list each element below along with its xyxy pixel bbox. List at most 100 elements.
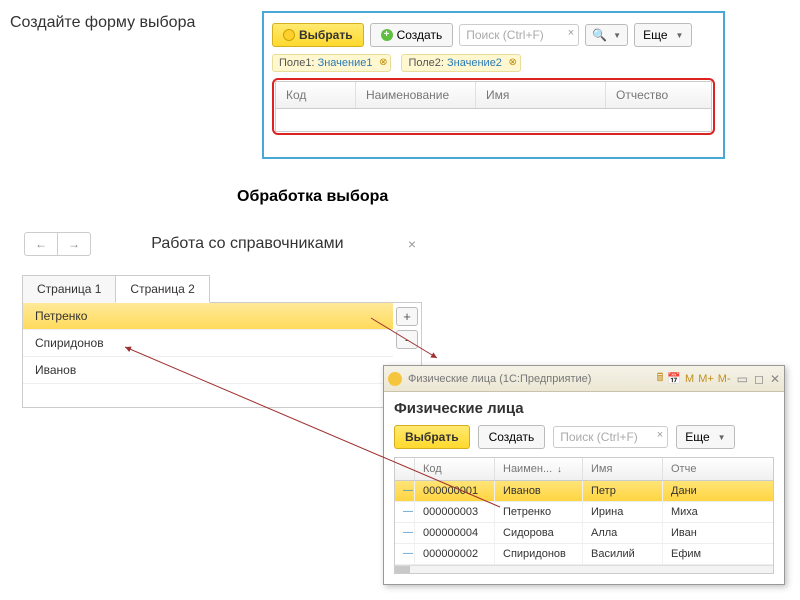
- search-placeholder: Поиск (Ctrl+F): [560, 430, 638, 444]
- cell-naim: Сидорова: [495, 523, 583, 543]
- chevron-down-icon: ▼: [613, 31, 621, 40]
- cell-naim: Петренко: [495, 502, 583, 522]
- clear-search-icon[interactable]: ×: [657, 429, 663, 441]
- more-button[interactable]: Еще▼: [676, 425, 734, 449]
- page-title: Физические лица: [394, 400, 774, 417]
- create-button[interactable]: + Создать: [370, 23, 454, 47]
- col-kod[interactable]: Код: [415, 458, 495, 480]
- mminus-button[interactable]: M-: [718, 373, 731, 385]
- filter-field: Поле1:: [279, 57, 315, 69]
- select-icon: [283, 29, 295, 41]
- more-button[interactable]: Еще▼: [634, 23, 692, 47]
- grid-header: Код Наименование Имя Отчество: [276, 82, 711, 109]
- row-marker-icon: —: [395, 481, 415, 501]
- filter-chip[interactable]: Поле1: Значение1 ⊗: [272, 54, 391, 72]
- chevron-down-icon: ▼: [718, 433, 726, 442]
- add-button[interactable]: +: [396, 307, 418, 326]
- list-item[interactable]: Петренко: [23, 303, 393, 330]
- col-imya[interactable]: Имя: [476, 82, 606, 108]
- table-row[interactable]: — 000000003 Петренко Ирина Миха: [395, 502, 773, 523]
- m-button[interactable]: M: [685, 373, 694, 385]
- nav-back-button[interactable]: ←: [25, 233, 58, 255]
- cell-otch: Ефим: [663, 544, 773, 564]
- col-imya[interactable]: Имя: [583, 458, 663, 480]
- grid: Код Наимен... ↓ Имя Отче — 000000001 Ива…: [394, 457, 774, 574]
- close-icon[interactable]: ⊗: [509, 57, 517, 68]
- tab-body: Петренко Спиридонов Иванов + -: [22, 303, 422, 408]
- tabstrip: Страница 1 Страница 2: [22, 274, 422, 303]
- titlebar-text: Физические лица (1С:Предприятие): [408, 373, 591, 385]
- row-marker-icon: —: [395, 544, 415, 564]
- grid-body: [276, 109, 711, 131]
- calendar-icon[interactable]: 📅: [667, 372, 681, 385]
- cell-imya: Ирина: [583, 502, 663, 522]
- maximize-icon[interactable]: ◻: [754, 372, 764, 386]
- create-button-label: Создать: [397, 28, 443, 42]
- tab-page2[interactable]: Страница 2: [115, 275, 209, 303]
- cell-imya: Василий: [583, 544, 663, 564]
- row-marker-icon: —: [395, 502, 415, 522]
- cell-otch: Дани: [663, 481, 773, 501]
- close-icon[interactable]: ×: [404, 236, 420, 252]
- create-button[interactable]: Создать: [478, 425, 546, 449]
- list: Петренко Спиридонов Иванов: [23, 303, 393, 407]
- filter-value: Значение1: [318, 57, 373, 69]
- create-button-label: Создать: [489, 430, 535, 444]
- cell-naim: Иванов: [495, 481, 583, 501]
- sort-icon: ↓: [557, 464, 562, 474]
- select-button[interactable]: Выбрать: [272, 23, 364, 47]
- select-button[interactable]: Выбрать: [394, 425, 470, 449]
- mplus-button[interactable]: M+: [698, 373, 714, 385]
- col-marker[interactable]: [395, 458, 415, 480]
- system-tools: 🖩 📅 M M+ M-: [657, 369, 731, 388]
- select-button-label: Выбрать: [299, 28, 353, 42]
- remove-button[interactable]: -: [396, 330, 418, 349]
- col-naim[interactable]: Наименование: [356, 82, 476, 108]
- choice-form-window: Выбрать + Создать Поиск (Ctrl+F) × 🔍▼ Ещ…: [262, 11, 725, 159]
- window-header: ← → Работа со справочниками ×: [22, 228, 422, 260]
- calc-icon[interactable]: 🖩: [657, 369, 664, 388]
- catalog-work-window: ← → Работа со справочниками × Страница 1…: [22, 228, 422, 408]
- tab-page1[interactable]: Страница 1: [22, 275, 116, 303]
- label-create-form: Создайте форму выбора: [10, 14, 195, 32]
- label-process-choice: Обработка выбора: [237, 188, 388, 206]
- col-kod[interactable]: Код: [276, 82, 356, 108]
- grid-header: Код Наимен... ↓ Имя Отче: [395, 458, 773, 481]
- app-icon: [388, 372, 402, 386]
- search-input[interactable]: Поиск (Ctrl+F) ×: [459, 24, 579, 46]
- minimize-icon[interactable]: ▭: [737, 372, 748, 386]
- col-naim-label: Наимен...: [503, 463, 552, 475]
- cell-naim: Спиридонов: [495, 544, 583, 564]
- col-naim[interactable]: Наимен... ↓: [495, 458, 583, 480]
- table-row[interactable]: — 000000004 Сидорова Алла Иван: [395, 523, 773, 544]
- list-item[interactable]: Спиридонов: [23, 330, 393, 357]
- search-icon: 🔍: [592, 28, 607, 42]
- filter-chip[interactable]: Поле2: Значение2 ⊗: [401, 54, 520, 72]
- col-otch[interactable]: Отче: [663, 458, 773, 480]
- search-placeholder: Поиск (Ctrl+F): [466, 28, 544, 42]
- filter-field: Поле2:: [408, 57, 444, 69]
- close-icon[interactable]: ✕: [770, 372, 780, 386]
- horizontal-scrollbar[interactable]: [395, 565, 773, 573]
- table-row[interactable]: — 000000001 Иванов Петр Дани: [395, 481, 773, 502]
- close-icon[interactable]: ⊗: [379, 57, 387, 68]
- cell-kod: 000000004: [415, 523, 495, 543]
- col-otch[interactable]: Отчество: [606, 82, 711, 108]
- window-title: Работа со справочниками: [99, 235, 396, 253]
- row-marker-icon: —: [395, 523, 415, 543]
- filter-bar: Поле1: Значение1 ⊗ Поле2: Значение2 ⊗: [270, 51, 717, 78]
- search-input[interactable]: Поиск (Ctrl+F) ×: [553, 426, 668, 448]
- grid-highlight: Код Наименование Имя Отчество: [272, 78, 715, 135]
- table-row[interactable]: — 000000002 Спиридонов Василий Ефим: [395, 544, 773, 565]
- list-item[interactable]: Иванов: [23, 357, 393, 384]
- titlebar: Физические лица (1С:Предприятие) 🖩 📅 M M…: [384, 366, 784, 392]
- search-button[interactable]: 🔍▼: [585, 24, 628, 46]
- nav-forward-button[interactable]: →: [58, 233, 90, 255]
- toolbar: Выбрать + Создать Поиск (Ctrl+F) × 🔍▼ Ещ…: [270, 19, 717, 51]
- select-button-label: Выбрать: [405, 430, 459, 444]
- more-button-label: Еще: [643, 28, 667, 42]
- plus-icon: +: [381, 29, 393, 41]
- grid: Код Наименование Имя Отчество: [275, 81, 712, 132]
- clear-search-icon[interactable]: ×: [568, 27, 574, 39]
- cell-kod: 000000001: [415, 481, 495, 501]
